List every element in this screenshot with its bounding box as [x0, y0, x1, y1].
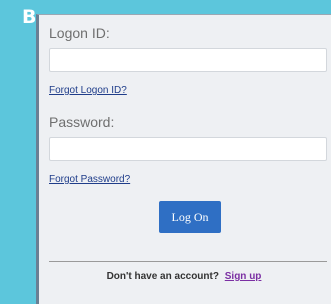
- logon-id-input[interactable]: [49, 48, 327, 72]
- signup-row: Don't have an account? Sign up: [39, 271, 329, 282]
- sign-up-link[interactable]: Sign up: [225, 271, 262, 282]
- divider: [49, 261, 327, 262]
- section-badge: B: [22, 6, 37, 28]
- login-panel: Logon ID: Forgot Logon ID? Password: For…: [36, 14, 331, 304]
- forgot-logon-link[interactable]: Forgot Logon ID?: [49, 85, 127, 96]
- password-input[interactable]: [49, 137, 327, 161]
- logon-id-label: Logon ID:: [49, 25, 110, 41]
- forgot-password-link[interactable]: Forgot Password?: [49, 174, 130, 185]
- no-account-text: Don't have an account?: [106, 271, 219, 282]
- password-label: Password:: [49, 114, 115, 130]
- log-on-button[interactable]: Log On: [159, 201, 221, 233]
